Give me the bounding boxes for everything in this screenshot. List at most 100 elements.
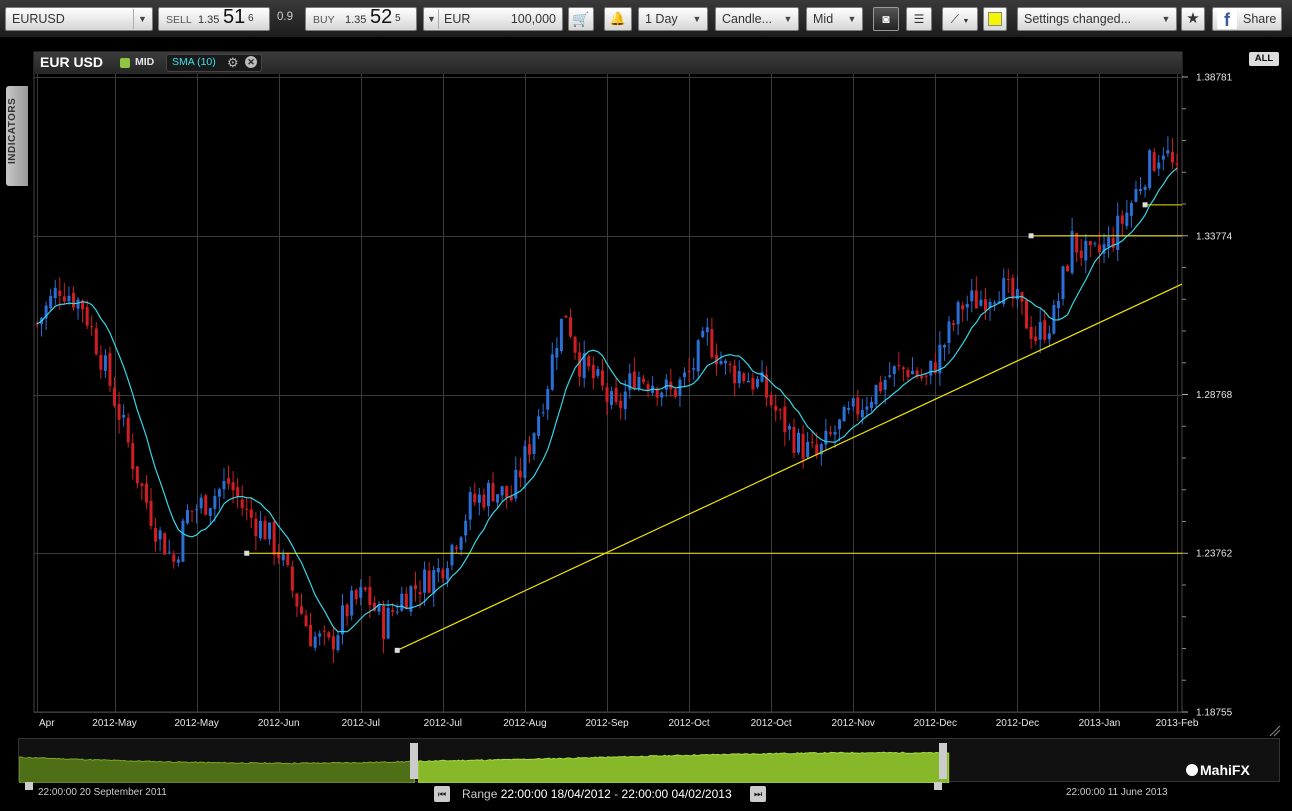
candle-body	[683, 372, 687, 378]
symbol-select[interactable]: EURUSD ▼	[5, 7, 153, 31]
settings-select[interactable]: Settings changed... ▼	[1017, 7, 1177, 31]
candle-body	[204, 495, 208, 515]
mid-label: MID	[135, 56, 155, 68]
candle-body	[236, 487, 240, 497]
settings-status: Settings changed...	[1024, 12, 1132, 26]
candle-body	[268, 522, 272, 540]
all-button[interactable]: ALL	[1249, 52, 1279, 66]
price-type-value: Mid	[813, 12, 834, 26]
candle-body	[222, 481, 226, 490]
amount-field[interactable]: ▼ EUR 100,000	[423, 7, 563, 31]
screenshot-button[interactable]: ◙	[873, 7, 899, 31]
candle-body	[746, 380, 750, 383]
candle-body	[632, 371, 636, 389]
candle-body	[309, 624, 313, 647]
candle-body	[801, 434, 805, 459]
candle-body	[983, 299, 987, 311]
candle-body	[710, 329, 714, 358]
price-type-select[interactable]: Mid ▼	[806, 7, 863, 31]
candle-body	[1088, 241, 1092, 246]
navigator-end-marker-icon[interactable]	[934, 782, 942, 790]
range-label: Range	[462, 787, 498, 801]
candle-body	[299, 606, 303, 614]
candle-body	[573, 336, 577, 353]
candle-body	[892, 366, 896, 375]
candle-body	[1093, 243, 1097, 245]
candle-body	[154, 528, 158, 542]
navigator-right-handle[interactable]	[939, 743, 947, 779]
currency-value: EUR	[444, 12, 471, 26]
indicators-tab[interactable]: INDICATORS	[6, 86, 28, 186]
candle-body	[122, 414, 126, 418]
candle-body	[856, 397, 860, 415]
candle-body	[920, 376, 924, 379]
chevron-down-icon: ▼	[783, 14, 793, 24]
y-axis: 1.38781 1.33774 1.28768 1.23762 1.18755	[1182, 73, 1233, 719]
candle-body	[728, 363, 732, 365]
candle-body	[395, 611, 399, 613]
price-chart[interactable]: 1.38781 1.33774 1.28768 1.23762 1.18755 Apr 2…	[0, 38, 1292, 738]
x-tick-label: 2012-Jul	[342, 718, 380, 729]
gear-icon[interactable]: ⚙	[227, 55, 239, 71]
candle-body	[94, 328, 98, 355]
camera-icon: ◙	[882, 12, 890, 26]
cart-button[interactable]: 🛒	[568, 7, 594, 31]
trendline-icon: ⟋	[950, 12, 959, 26]
y-tick-label: 1.38781	[1196, 73, 1233, 84]
candle-body	[518, 470, 522, 478]
resistance-line-upper-anchor	[1142, 202, 1148, 208]
candle-body	[879, 382, 883, 392]
navigator-start-marker-icon[interactable]	[25, 782, 33, 790]
buy-button[interactable]: BUY 1.35 52 5	[305, 6, 417, 31]
candle-body	[468, 492, 472, 520]
candle-body	[336, 635, 340, 651]
candle-body	[701, 330, 705, 338]
candle-body	[482, 494, 486, 508]
color-picker[interactable]	[983, 7, 1007, 31]
layout-button[interactable]: ☰	[906, 7, 932, 31]
candle-body	[769, 394, 773, 406]
candle-body	[619, 400, 623, 408]
candle-body	[71, 292, 75, 308]
resize-handle-icon[interactable]	[1269, 725, 1281, 737]
candle-body	[1097, 244, 1101, 252]
range-bar: ⏮ Range 22:00:00 18/04/2012 - 22:00:00 0…	[430, 783, 770, 805]
range-next-button[interactable]: ⏭	[750, 786, 766, 802]
candle-body	[318, 633, 322, 637]
candle-body	[304, 615, 308, 627]
candle-body	[546, 389, 550, 410]
candle-body	[952, 323, 956, 326]
close-icon[interactable]: ✕	[245, 56, 257, 68]
candle-body	[199, 497, 203, 509]
candle-body	[719, 361, 723, 365]
candle-body	[692, 368, 696, 370]
candle-body	[733, 365, 737, 384]
sell-button[interactable]: SELL 1.35 51 6	[158, 6, 270, 31]
navigator-left-handle[interactable]	[410, 743, 418, 779]
range-navigator[interactable]	[18, 738, 1280, 784]
candle-body	[787, 425, 791, 430]
candle-body	[386, 607, 390, 639]
symbol-value: EURUSD	[12, 12, 65, 26]
chevron-down-icon: ▼	[962, 18, 970, 25]
alert-button[interactable]: 🔔	[604, 7, 632, 31]
candle-body	[979, 299, 983, 306]
chart-type-select[interactable]: Candle... ▼	[715, 7, 799, 31]
timeframe-select[interactable]: 1 Day ▼	[638, 7, 708, 31]
candle-body	[1038, 321, 1042, 340]
draw-tool-button[interactable]: ⟋ ▼	[942, 7, 978, 31]
range-from: 22:00:00 18/04/2012	[500, 787, 611, 801]
candle-body	[614, 388, 618, 403]
favorite-button[interactable]: ★	[1181, 7, 1205, 31]
candle-body	[815, 444, 819, 455]
candle-body	[345, 604, 349, 617]
candle-body	[774, 405, 778, 411]
candle-body	[286, 553, 290, 565]
spread-value: 0.9	[277, 11, 293, 23]
sma-indicator-chip[interactable]: SMA (10) ⚙ ✕	[166, 54, 262, 72]
range-prev-button[interactable]: ⏮	[434, 786, 450, 802]
sell-label: SELL	[166, 14, 192, 26]
share-button[interactable]: f Share	[1212, 7, 1282, 31]
candle-body	[167, 551, 171, 553]
candle-body	[62, 296, 66, 302]
